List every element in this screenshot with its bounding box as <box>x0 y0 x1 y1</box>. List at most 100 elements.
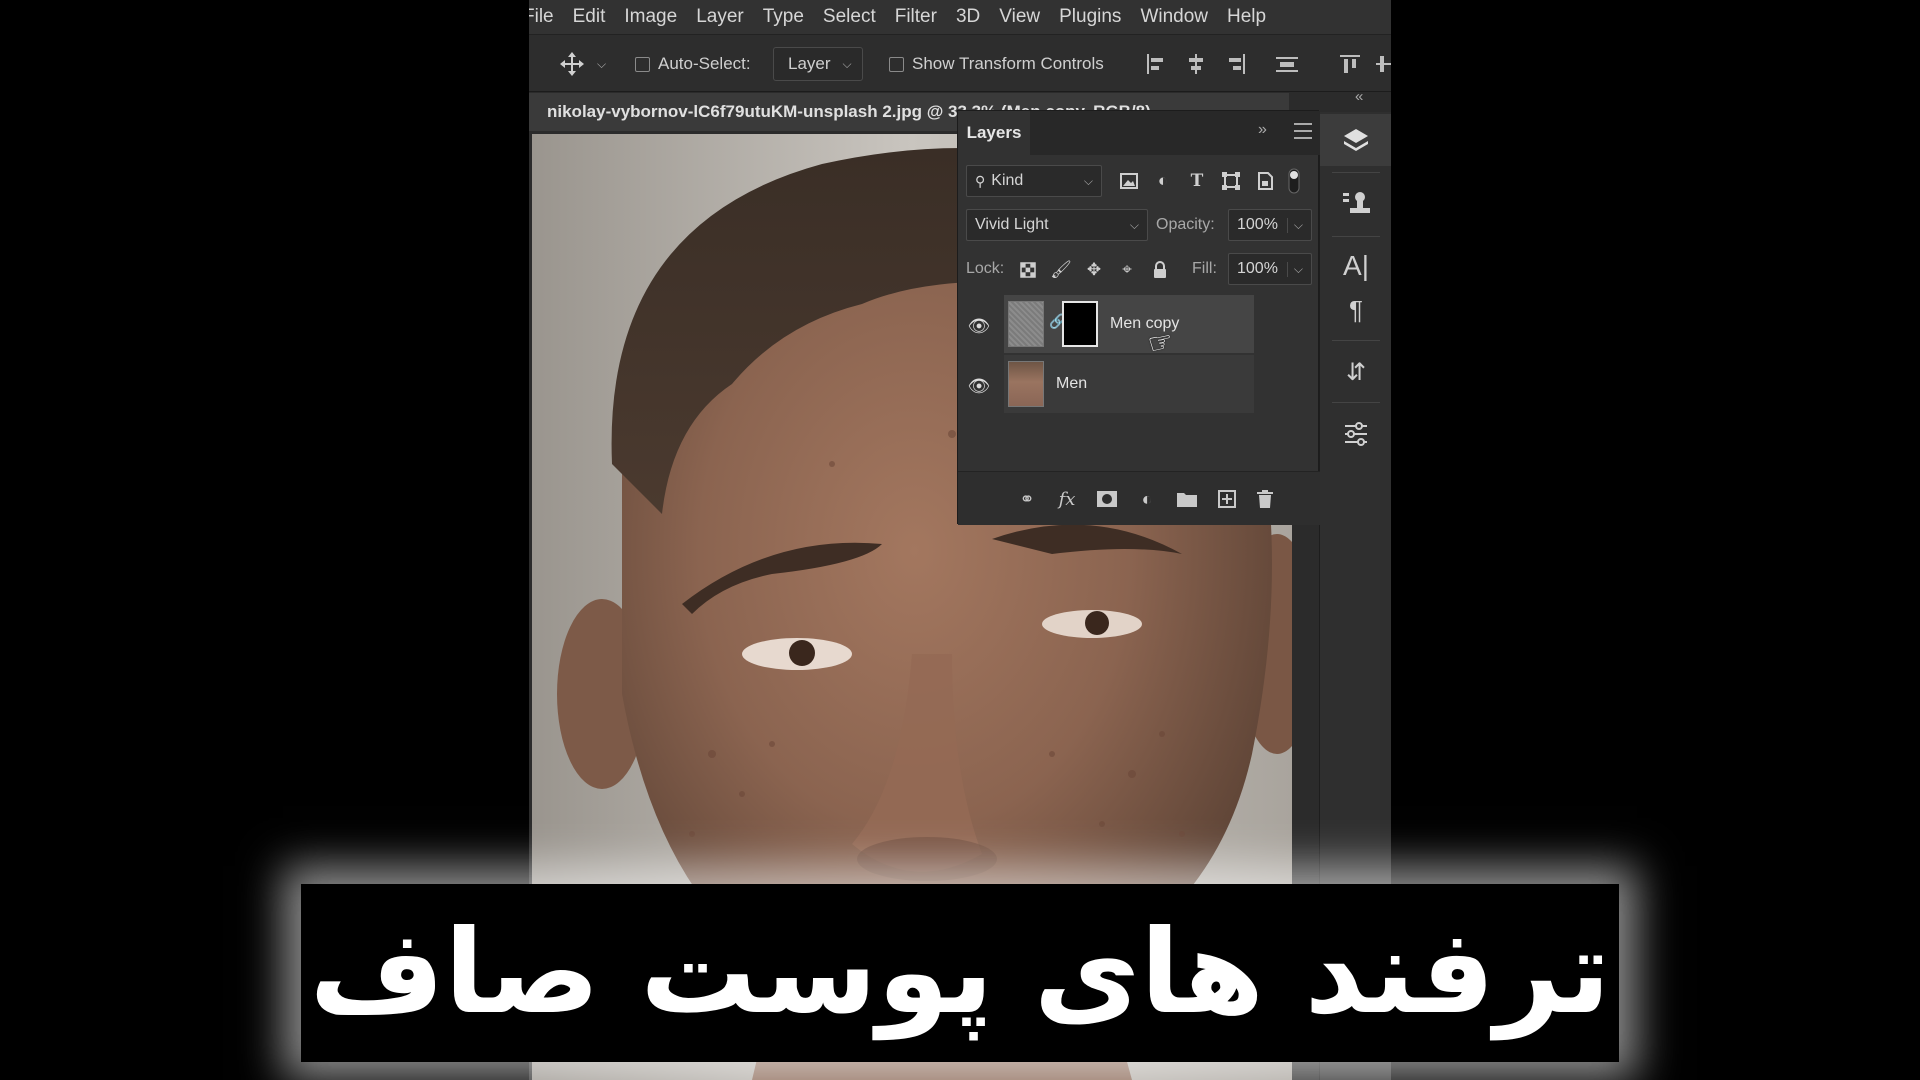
menu-plugins[interactable]: Plugins <box>1059 6 1121 28</box>
menu-help[interactable]: Help <box>1227 6 1266 28</box>
panel-menu-icon[interactable] <box>1294 123 1312 139</box>
eye-icon[interactable]: 👁 <box>968 315 991 337</box>
filter-pixel-button[interactable] <box>1116 169 1142 193</box>
fill-label: Fill: <box>1192 260 1217 277</box>
toggle-icon <box>1288 168 1300 194</box>
history-panel-button[interactable]: ⇵ <box>1320 346 1391 398</box>
adjustments-panel-button[interactable] <box>1320 408 1391 460</box>
filter-kind-dropdown[interactable]: ⚲ Kind ⌵ <box>966 165 1102 197</box>
delete-layer-button[interactable] <box>1252 486 1278 512</box>
align-middle-icon <box>1376 56 1391 72</box>
filter-kind-value: Kind <box>991 172 1024 189</box>
menu-layer[interactable]: Layer <box>696 6 744 28</box>
menu-filter[interactable]: Filter <box>895 6 937 28</box>
chevron-down-icon: ⌵ <box>1083 173 1093 188</box>
layers-panel-header: Layers » <box>958 111 1320 155</box>
lock-all-button[interactable] <box>1148 258 1172 282</box>
lock-transparent-button[interactable] <box>1016 258 1040 282</box>
character-icon: A| <box>1343 250 1369 281</box>
layer-thumbnail <box>1008 361 1044 407</box>
add-mask-button[interactable] <box>1094 486 1120 512</box>
menu-type[interactable]: Type <box>763 6 804 28</box>
search-icon: ⚲ <box>975 172 986 189</box>
layer-row-men-copy[interactable]: 🔗 Men copy <box>1004 295 1254 353</box>
menu-file[interactable]: File <box>529 6 554 28</box>
layer-style-button[interactable]: fx <box>1054 486 1080 512</box>
align-right-icon <box>1229 54 1245 74</box>
folder-icon <box>1177 493 1197 507</box>
new-adjustment-button[interactable]: ◐ <box>1134 486 1160 512</box>
clone-source-button[interactable] <box>1320 178 1391 230</box>
fill-value: 100% <box>1237 260 1278 277</box>
lock-artboard-button[interactable]: ⌖ <box>1115 258 1139 282</box>
banner-title: ترفند های پوست صاف <box>309 905 1611 1040</box>
lock-pixels-button[interactable]: 🖌 <box>1049 258 1073 282</box>
new-layer-button[interactable] <box>1214 486 1240 512</box>
align-top-icon <box>1340 55 1360 73</box>
chevron-down-icon: ⌵ <box>1286 217 1303 233</box>
link-icon: ⚭ <box>1019 488 1035 509</box>
show-transform-label: Show Transform Controls <box>912 54 1104 73</box>
menu-3d[interactable]: 3D <box>956 6 980 28</box>
title-banner: ترفند های پوست صاف <box>301 884 1619 1062</box>
opacity-value: 100% <box>1237 216 1278 233</box>
smart-object-icon <box>1258 172 1273 190</box>
layer-mask-thumbnail[interactable] <box>1062 301 1098 347</box>
chevron-down-icon: ⌵ <box>597 56 607 71</box>
checkerboard-icon <box>1020 262 1036 278</box>
fill-field[interactable]: 100% ⌵ <box>1228 253 1312 285</box>
auto-select-checkbox[interactable] <box>635 56 650 72</box>
layers-tab[interactable]: Layers <box>958 111 1030 155</box>
menu-view[interactable]: View <box>999 6 1040 28</box>
adjustment-icon: ◐ <box>1141 488 1153 509</box>
eye-icon[interactable]: 👁 <box>968 375 991 397</box>
show-transform-option[interactable]: Show Transform Controls <box>889 35 1104 93</box>
opacity-field[interactable]: 100% ⌵ <box>1228 209 1312 241</box>
auto-select-label: Auto-Select: <box>658 54 751 73</box>
menu-window[interactable]: Window <box>1140 6 1208 28</box>
opacity-label: Opacity: <box>1156 216 1215 233</box>
filter-adjustment-button[interactable]: ◐ <box>1150 169 1176 193</box>
menu-edit[interactable]: Edit <box>573 6 606 28</box>
shape-icon <box>1222 172 1240 190</box>
menu-select[interactable]: Select <box>823 6 876 28</box>
brush-icon: 🖌 <box>1050 260 1072 279</box>
filter-shape-button[interactable] <box>1218 169 1244 193</box>
new-group-button[interactable] <box>1174 486 1200 512</box>
layer-name[interactable]: Men <box>1056 375 1087 393</box>
layers-panel-button[interactable] <box>1320 114 1391 166</box>
collapse-panels-icon[interactable]: « <box>1355 88 1363 105</box>
lock-position-button[interactable]: ✥ <box>1082 258 1106 282</box>
expand-panel-icon[interactable]: » <box>1258 121 1267 139</box>
show-transform-checkbox[interactable] <box>889 56 904 72</box>
align-middle-button[interactable] <box>1375 35 1391 93</box>
paragraph-icon: ¶ <box>1349 294 1363 325</box>
link-layers-button[interactable]: ⚭ <box>1014 486 1040 512</box>
blend-mode-dropdown[interactable]: Vivid Light ⌵ <box>966 209 1148 241</box>
crop-icon: ⌖ <box>1122 260 1132 279</box>
filter-toggle[interactable] <box>1284 168 1304 194</box>
layer-filter-row: ⚲ Kind ⌵ ◐ T <box>958 159 1320 203</box>
align-right-button[interactable] <box>1225 35 1247 93</box>
filter-type-button[interactable]: T <box>1184 169 1210 193</box>
distribute-button[interactable] <box>1275 35 1299 93</box>
menu-bar: File Edit Image Layer Type Select Filter… <box>529 0 1391 34</box>
paragraph-panel-button[interactable]: ¶ <box>1320 284 1391 336</box>
menu-image[interactable]: Image <box>624 6 677 28</box>
blend-row: Vivid Light ⌵ Opacity: 100% ⌵ <box>958 203 1320 247</box>
align-center-button[interactable] <box>1185 35 1207 93</box>
align-left-button[interactable] <box>1145 35 1167 93</box>
move-tool-preset[interactable]: ⌵ <box>559 35 606 93</box>
align-left-icon <box>1147 54 1163 74</box>
auto-select-option[interactable]: Auto-Select: <box>635 35 751 93</box>
chevron-down-icon: ⌵ <box>1286 261 1303 277</box>
auto-select-target-dropdown[interactable]: Layer ⌵ <box>773 47 863 81</box>
align-center-icon <box>1189 54 1203 74</box>
filter-smart-object-button[interactable] <box>1252 169 1278 193</box>
align-top-button[interactable] <box>1339 35 1361 93</box>
image-icon <box>1120 173 1138 189</box>
layers-icon <box>1344 129 1368 151</box>
sliders-icon <box>1345 422 1367 446</box>
move-icon <box>560 52 584 76</box>
layer-row-men[interactable]: Men <box>1004 355 1254 413</box>
